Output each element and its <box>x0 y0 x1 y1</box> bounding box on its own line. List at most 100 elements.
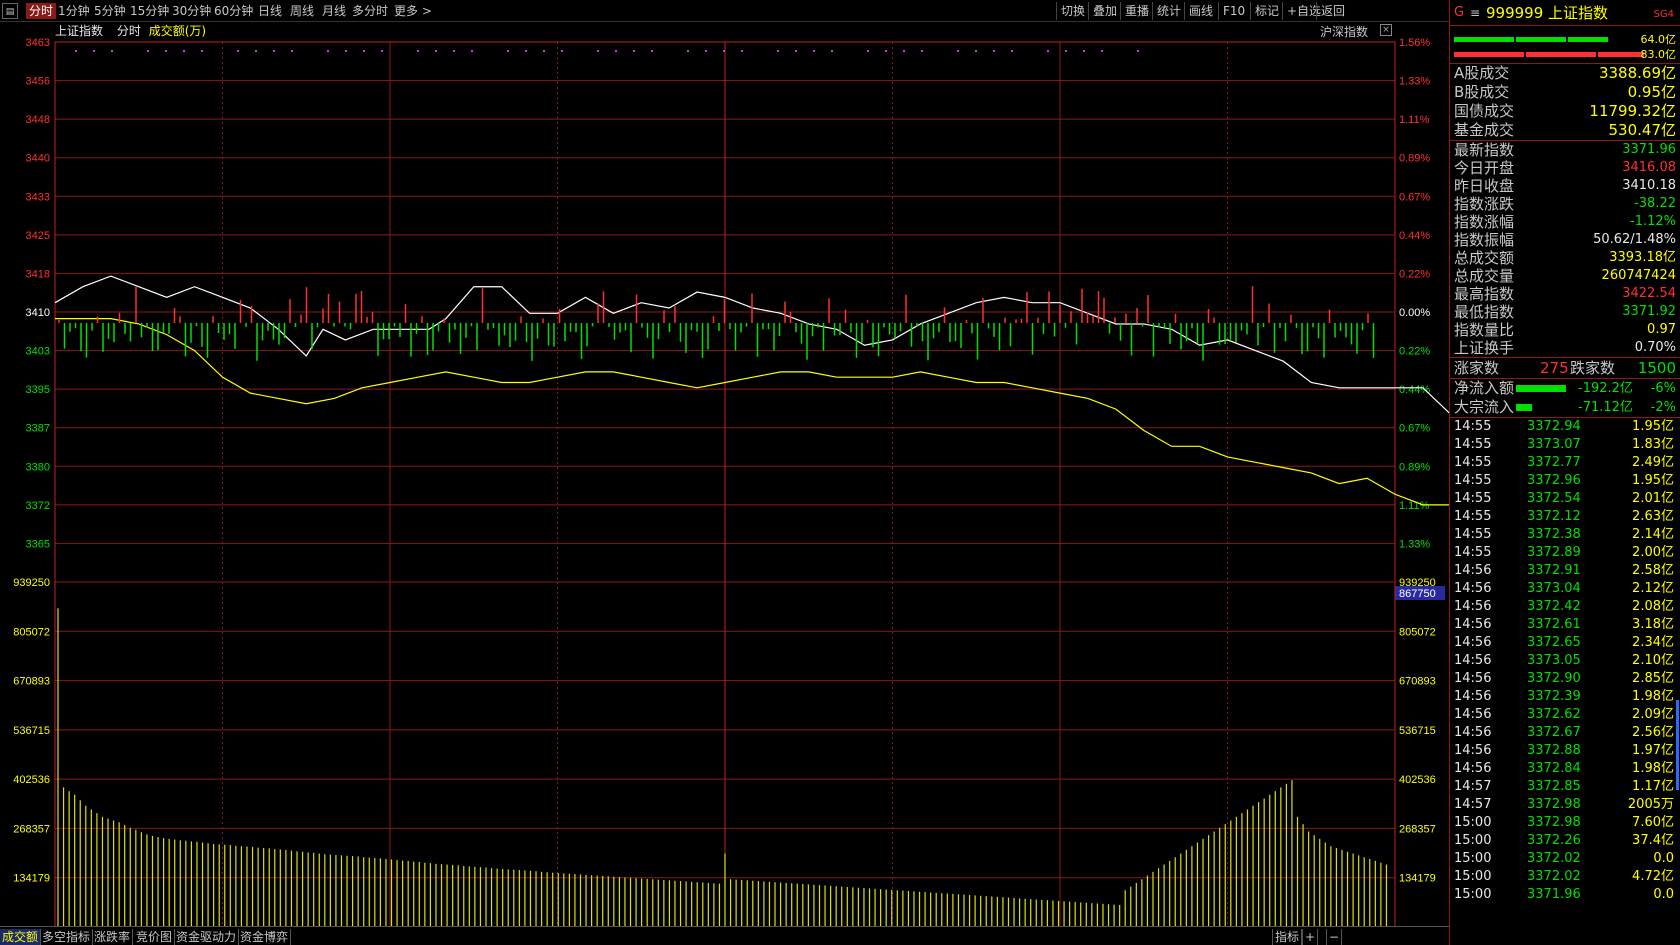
breadth-row: 涨家数 275 跌家数 1500 <box>1450 358 1680 379</box>
price-tick: 3448 <box>26 114 50 126</box>
tick-row: 14:55 3372.77 2.49亿 <box>1450 454 1680 472</box>
quote-label: 今日开盘 <box>1454 159 1515 177</box>
tick-time: 14:56 <box>1454 689 1492 704</box>
period-tab[interactable]: 1分钟 <box>58 3 90 19</box>
tick-time: 14:57 <box>1454 779 1492 794</box>
toolbar-button[interactable]: 重播 <box>1120 2 1153 20</box>
flow-bar <box>1516 385 1566 392</box>
tick-row: 14:56 3373.04 2.12亿 <box>1450 580 1680 598</box>
tick-row: 15:00 3372.98 7.60亿 <box>1450 814 1680 832</box>
tick-row: 14:56 3372.91 2.58亿 <box>1450 562 1680 580</box>
tick-time: 14:55 <box>1454 491 1492 506</box>
stat-value: 11799.32亿 <box>1589 102 1676 120</box>
event-marker <box>93 50 95 52</box>
tick-price: 3373.07 <box>1527 437 1581 452</box>
volume-tick: 402536 <box>13 774 50 786</box>
tick-row: 14:55 3372.96 1.95亿 <box>1450 472 1680 490</box>
toolbar-button[interactable]: 统计 <box>1152 2 1185 20</box>
flow-label: 净流入额 <box>1454 379 1515 397</box>
period-tab[interactable]: 月线 <box>322 3 346 19</box>
indicator-tab[interactable]: 成交额 <box>0 929 42 945</box>
toolbar-button[interactable]: 叠加 <box>1088 2 1121 20</box>
toolbar-button[interactable]: 画线 <box>1184 2 1217 20</box>
flow-pct: -2% <box>1650 400 1676 415</box>
period-tab[interactable]: 分时 <box>26 3 57 19</box>
tick-price: 3372.61 <box>1527 617 1581 632</box>
toolbar-button[interactable]: 切换 <box>1056 2 1089 20</box>
tick-volume: 2.00亿 <box>1632 545 1674 560</box>
period-tab[interactable]: 5分钟 <box>94 3 126 19</box>
intraday-chart[interactable]: 3463 1.56% 3456 1.33% 3448 1.11% 3440 0.89% 3433… <box>0 22 1449 926</box>
volume-tick-right: 536715 <box>1399 725 1436 737</box>
volume-bars <box>57 608 1388 926</box>
quote-row: 总成交额 3393.18亿 <box>1450 249 1680 267</box>
event-marker <box>75 50 77 52</box>
indicator-tab[interactable]: 多空指标 <box>40 929 94 945</box>
tick-price: 3372.12 <box>1527 509 1581 524</box>
event-marker <box>417 50 419 52</box>
fund-flows: 净流入额 -192.2亿 -6% 大宗流入 -71.12亿 -2% <box>1450 379 1680 418</box>
tick-row: 15:00 3372.02 0.0 <box>1450 850 1680 868</box>
group-label[interactable]: G <box>1454 0 1464 26</box>
breadth-bars <box>58 286 1375 361</box>
period-tab[interactable]: 更多 > <box>394 3 432 19</box>
quote-row: 指数振幅 50.62/1.48% <box>1450 231 1680 249</box>
quote-label: 总成交量 <box>1454 267 1515 285</box>
period-tab[interactable]: 15分钟 <box>130 3 169 19</box>
indicator-tab[interactable]: 竞价图 <box>134 929 176 945</box>
period-tab[interactable]: 30分钟 <box>172 3 211 19</box>
volume-tick: 536715 <box>13 725 50 737</box>
tick-list[interactable]: 14:55 3372.94 1.95亿 14:55 3373.07 1.83亿 14:55 3… <box>1450 418 1680 904</box>
quote-label: 指数涨幅 <box>1454 213 1515 231</box>
tick-time: 14:56 <box>1454 635 1492 650</box>
tick-price: 3372.39 <box>1527 689 1581 704</box>
tick-volume: 3.18亿 <box>1632 617 1674 632</box>
tick-volume: 2.10亿 <box>1632 653 1674 668</box>
toolbar-button[interactable]: 返回 <box>1316 2 1349 20</box>
period-tab[interactable]: 多分时 <box>352 3 388 19</box>
tick-price: 3372.02 <box>1527 851 1581 866</box>
quote-label: 总成交额 <box>1454 249 1515 267</box>
price-tick: 3418 <box>26 268 50 280</box>
quote-row: 上证换手 0.70% <box>1450 339 1680 357</box>
tick-scrollbar[interactable] <box>1676 700 1679 790</box>
volume-tick: 805072 <box>13 626 50 638</box>
volume-tick: 268357 <box>13 823 50 835</box>
event-marker <box>111 50 113 52</box>
menu-icon[interactable]: ≡ <box>1470 0 1480 26</box>
pct-tick: 0.22% <box>1399 346 1430 358</box>
quote-label: 最高指数 <box>1454 285 1515 303</box>
toolbar-button[interactable]: F10 <box>1218 2 1249 20</box>
period-tab[interactable]: 日线 <box>258 3 282 19</box>
indicator-control[interactable]: + <box>1302 929 1319 945</box>
price-tick: 3463 <box>26 37 50 49</box>
tick-volume: 2.49亿 <box>1632 455 1674 470</box>
indicator-control[interactable]: − <box>1326 929 1343 945</box>
tick-row: 14:55 3372.12 2.63亿 <box>1450 508 1680 526</box>
price-tick: 3425 <box>26 230 50 242</box>
stat-row: B股成交 0.95亿 <box>1450 83 1680 102</box>
period-tab[interactable]: 60分钟 <box>214 3 253 19</box>
tick-price: 3372.02 <box>1527 869 1581 884</box>
price-tick: 3365 <box>26 538 50 550</box>
indicator-tab[interactable]: 资金驱动力 <box>174 929 240 945</box>
tick-price: 3372.26 <box>1527 833 1581 848</box>
layout-toggle-icon[interactable]: ▤ <box>2 3 18 19</box>
tick-volume: 1.98亿 <box>1632 761 1674 776</box>
quote-label: 最低指数 <box>1454 303 1515 321</box>
event-marker <box>597 50 599 52</box>
indicator-control[interactable]: 指标 <box>1272 929 1303 945</box>
volume-tick: 939250 <box>13 577 50 589</box>
indicator-tab[interactable]: 资金博弈 <box>238 929 292 945</box>
period-tab[interactable]: 周线 <box>290 3 314 19</box>
stat-row: A股成交 3388.69亿 <box>1450 64 1680 83</box>
event-marker <box>795 50 797 52</box>
tick-price: 3372.85 <box>1527 779 1581 794</box>
tick-time: 14:55 <box>1454 545 1492 560</box>
stat-label: A股成交 <box>1454 64 1510 82</box>
tick-time: 14:56 <box>1454 599 1492 614</box>
price-tick: 3380 <box>26 461 50 473</box>
indicator-tab[interactable]: 涨跌率 <box>92 929 134 945</box>
event-marker <box>561 50 563 52</box>
toolbar-button[interactable]: 标记 <box>1250 2 1283 20</box>
